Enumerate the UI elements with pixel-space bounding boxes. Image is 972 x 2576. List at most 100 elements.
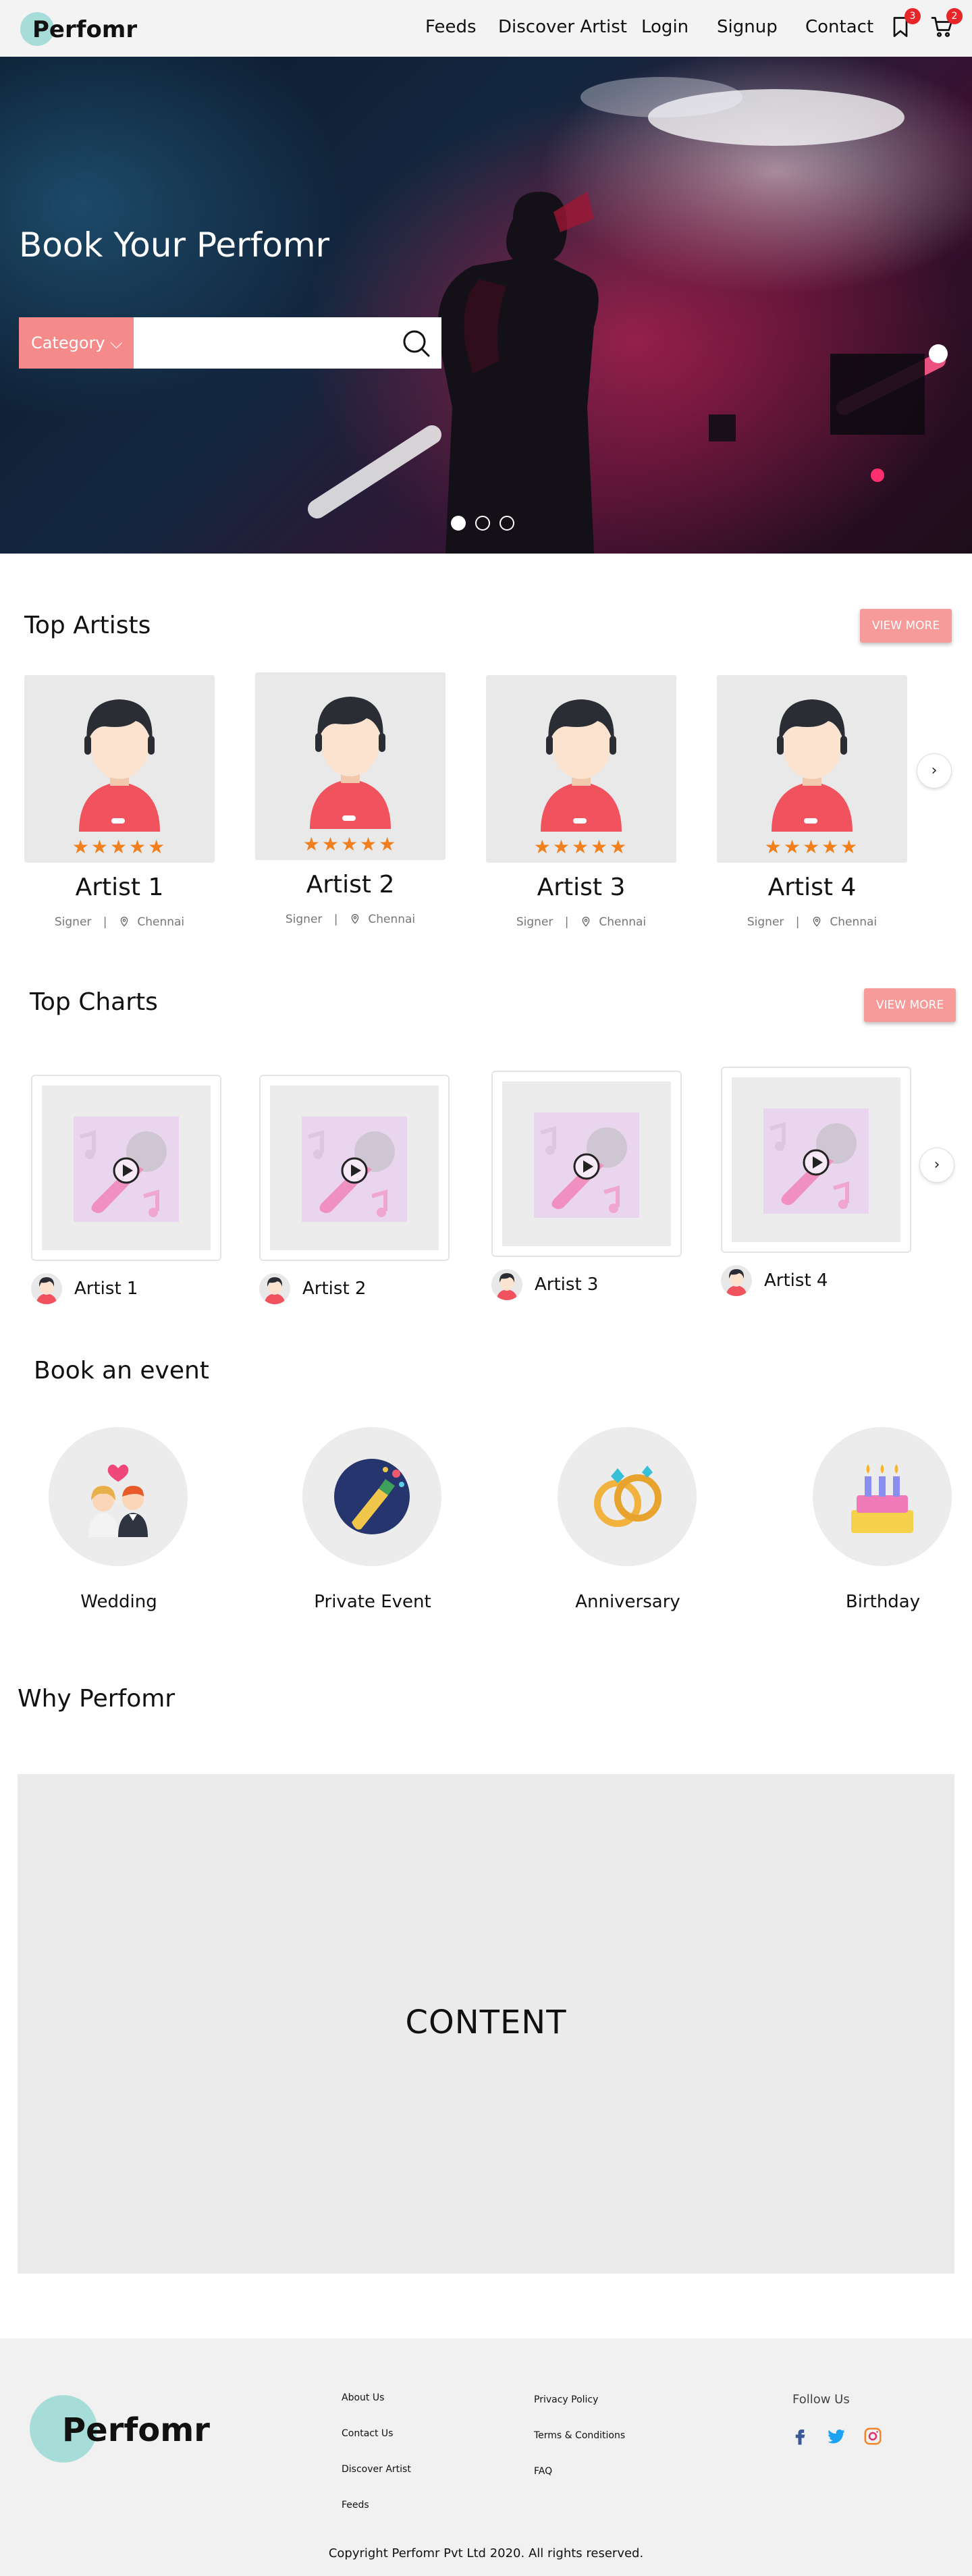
- chart-artist-name[interactable]: Artist 4: [764, 1270, 828, 1291]
- location-pin-icon: [582, 917, 590, 927]
- footer-link-contact-us[interactable]: Contact Us: [342, 2428, 393, 2439]
- artists-next-button[interactable]: ›: [917, 753, 952, 788]
- microphone-play-icon[interactable]: [74, 1117, 179, 1222]
- category-dropdown[interactable]: Category ⌵: [19, 317, 134, 369]
- footer-link-faq[interactable]: FAQ: [534, 2466, 552, 2477]
- chevron-right-icon: ›: [934, 1156, 940, 1173]
- divider: |: [795, 915, 800, 929]
- artist-rating-stars: ★★★★★: [302, 833, 398, 855]
- microphone-play-icon[interactable]: [302, 1117, 407, 1222]
- artist-meta: Signer | Chennai: [717, 915, 907, 929]
- footer-logo-text[interactable]: Perfomr: [62, 2411, 210, 2449]
- footer-link-about-us[interactable]: About Us: [342, 2392, 384, 2403]
- top-charts-view-more-button[interactable]: VIEW MORE: [864, 988, 956, 1022]
- artist-avatar: [303, 683, 398, 829]
- artist-name[interactable]: Artist 3: [486, 874, 676, 901]
- artist-avatar: [72, 686, 167, 832]
- nav-feeds-link[interactable]: Feeds: [425, 17, 477, 37]
- cart-button[interactable]: 2: [930, 8, 963, 39]
- chevron-right-icon: ›: [931, 762, 938, 779]
- artist-rating-stars: ★★★★★: [764, 836, 860, 858]
- chart-thumbnail[interactable]: [31, 1075, 221, 1261]
- event-label[interactable]: Anniversary: [540, 1592, 716, 1612]
- microphone-play-icon[interactable]: [763, 1108, 869, 1214]
- event-label[interactable]: Private Event: [285, 1592, 460, 1612]
- artist-name[interactable]: Artist 2: [255, 871, 446, 898]
- artist-role: Signer: [516, 915, 554, 929]
- location-pin-icon: [813, 917, 821, 927]
- follow-us-label: Follow Us: [792, 2392, 850, 2407]
- top-charts-title: Top Charts: [30, 988, 158, 1016]
- charts-next-button[interactable]: ›: [919, 1148, 954, 1183]
- facebook-icon[interactable]: [790, 2426, 810, 2446]
- nav-contact-link[interactable]: Contact: [805, 17, 873, 37]
- divider: |: [333, 913, 338, 926]
- chart-cover: [502, 1081, 671, 1246]
- artist-meta: Signer | Chennai: [486, 915, 676, 929]
- footer: Perfomr About Us Contact Us Discover Art…: [0, 2338, 972, 2576]
- carousel-dot-1[interactable]: [451, 516, 466, 531]
- divider: |: [564, 915, 569, 929]
- nav-login-link[interactable]: Login: [641, 17, 688, 37]
- artist-location: Chennai: [830, 915, 878, 929]
- champagne-icon: [331, 1456, 412, 1537]
- carousel-dot-3[interactable]: [500, 516, 514, 531]
- chart-thumbnail[interactable]: [491, 1071, 682, 1257]
- artist-name[interactable]: Artist 4: [717, 874, 907, 901]
- artist-meta: Signer | Chennai: [255, 913, 446, 926]
- artist-name[interactable]: Artist 1: [24, 874, 215, 901]
- artist-role: Signer: [54, 915, 92, 929]
- artist-avatar: [534, 686, 628, 832]
- chart-artist-name[interactable]: Artist 2: [302, 1279, 366, 1299]
- why-perfomr-title: Why Perfomr: [18, 1685, 176, 1713]
- event-icon-circle[interactable]: [558, 1427, 697, 1566]
- event-icon-circle[interactable]: [813, 1427, 952, 1566]
- chart-artist-name[interactable]: Artist 3: [535, 1274, 598, 1295]
- artist-photo-card[interactable]: ★★★★★: [486, 675, 676, 863]
- event-icon-circle[interactable]: [302, 1427, 441, 1566]
- hero-banner: Book Your Perfomr Category ⌵: [0, 57, 972, 554]
- chart-artist-name[interactable]: Artist 1: [74, 1279, 138, 1299]
- footer-link-discover-artist[interactable]: Discover Artist: [342, 2464, 411, 2475]
- hero-performer-image: [308, 77, 948, 554]
- copyright-text: Copyright Perfomr Pvt Ltd 2020. All righ…: [328, 2546, 644, 2560]
- footer-link-terms[interactable]: Terms & Conditions: [534, 2430, 625, 2441]
- twitter-icon[interactable]: [826, 2426, 846, 2446]
- footer-link-feeds[interactable]: Feeds: [342, 2500, 369, 2511]
- divider: |: [103, 915, 107, 929]
- search-icon[interactable]: [400, 327, 432, 359]
- bookmark-button[interactable]: 3: [888, 8, 921, 39]
- artist-photo-card[interactable]: ★★★★★: [255, 672, 446, 860]
- why-perfomr-content-text: CONTENT: [405, 2004, 567, 2041]
- chart-thumbnail[interactable]: [721, 1067, 911, 1253]
- nav-discover-artist-link[interactable]: Discover Artist: [498, 17, 627, 37]
- location-pin-icon: [120, 917, 128, 927]
- instagram-icon[interactable]: [863, 2426, 883, 2446]
- artist-location: Chennai: [137, 915, 185, 929]
- microphone-play-icon[interactable]: [534, 1112, 639, 1218]
- carousel-dot-2[interactable]: [475, 516, 490, 531]
- chart-cover: [42, 1085, 211, 1250]
- event-label[interactable]: Birthday: [795, 1592, 971, 1612]
- nav-signup-link[interactable]: Signup: [717, 17, 778, 37]
- top-artists-view-more-button[interactable]: VIEW MORE: [860, 609, 952, 643]
- hero-title: Book Your Perfomr: [19, 225, 330, 265]
- artist-avatar: [765, 686, 859, 832]
- chart-artist-avatar: [259, 1273, 290, 1304]
- event-icon-circle[interactable]: [49, 1427, 188, 1566]
- footer-link-privacy-policy[interactable]: Privacy Policy: [534, 2394, 598, 2405]
- artist-search-bar: Category ⌵: [19, 317, 441, 369]
- artist-location: Chennai: [368, 913, 416, 926]
- search-input[interactable]: [134, 317, 441, 369]
- cart-count-badge: 2: [946, 8, 963, 24]
- event-label[interactable]: Wedding: [31, 1592, 207, 1612]
- wedding-couple-icon: [78, 1456, 159, 1537]
- artist-photo-card[interactable]: ★★★★★: [717, 675, 907, 863]
- artist-photo-card[interactable]: ★★★★★: [24, 675, 215, 863]
- artist-location: Chennai: [599, 915, 647, 929]
- rings-icon: [587, 1456, 668, 1537]
- cake-icon: [842, 1456, 923, 1537]
- top-artists-title: Top Artists: [24, 612, 151, 639]
- chart-thumbnail[interactable]: [259, 1075, 450, 1261]
- artist-rating-stars: ★★★★★: [72, 836, 167, 858]
